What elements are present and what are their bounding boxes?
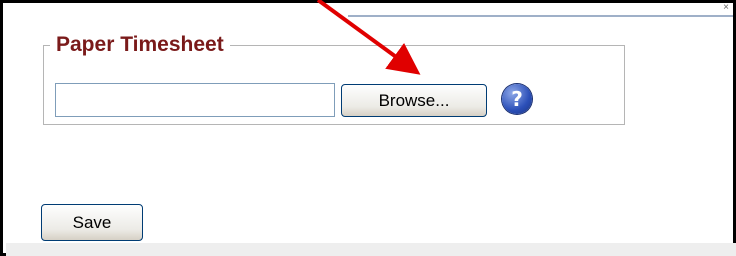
- save-button[interactable]: Save: [41, 204, 143, 241]
- bottom-bar: [6, 243, 736, 256]
- file-path-input[interactable]: [55, 83, 335, 117]
- section-title: Paper Timesheet: [56, 33, 224, 56]
- page-frame: × Paper Timesheet Browse... ? Save: [0, 0, 736, 256]
- close-icon[interactable]: ×: [723, 3, 729, 13]
- help-icon[interactable]: ?: [502, 84, 532, 114]
- top-panel-edge: ×: [348, 3, 733, 17]
- browse-button[interactable]: Browse...: [341, 84, 487, 117]
